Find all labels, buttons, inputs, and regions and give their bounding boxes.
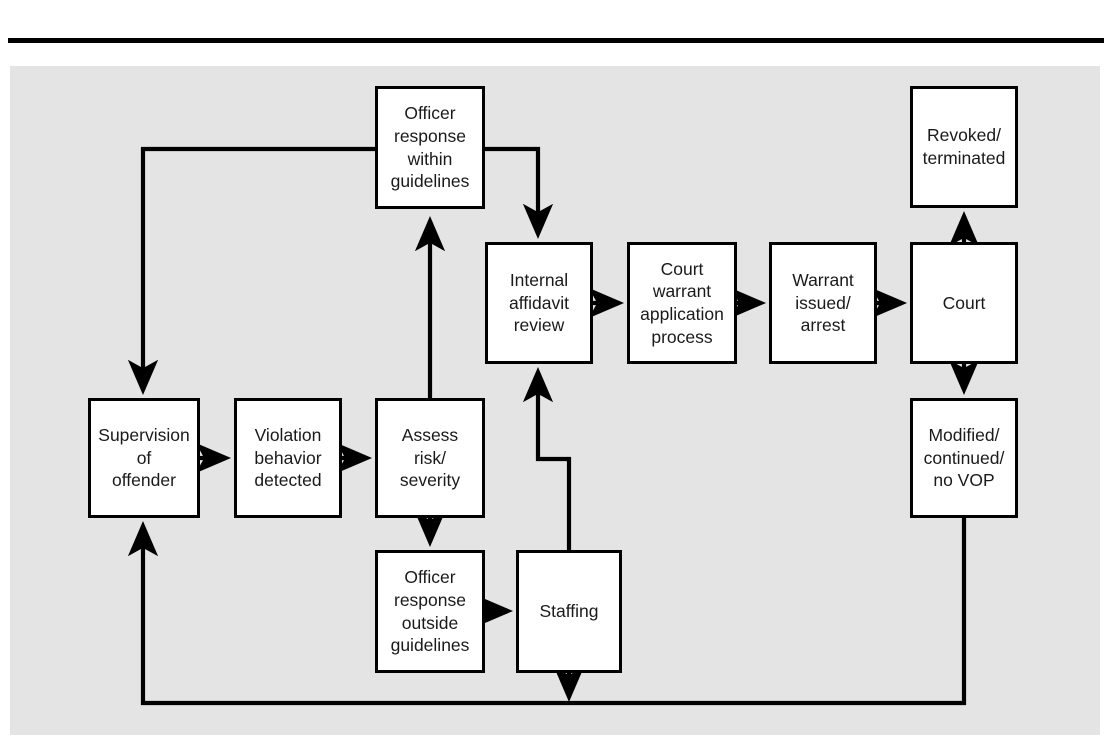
node-court-warrant-application-process[interactable]: Court warrant application process: [627, 242, 737, 364]
node-officer-response-within-guidelines[interactable]: Officer response within guidelines: [375, 86, 485, 209]
node-warrant-issued-arrest[interactable]: Warrant issued/ arrest: [769, 242, 877, 364]
node-revoked-terminated[interactable]: Revoked/ terminated: [910, 86, 1018, 208]
node-staffing[interactable]: Staffing: [516, 550, 622, 673]
node-supervision-of-offender[interactable]: Supervision of offender: [88, 398, 200, 518]
node-modified-continued-no-vop[interactable]: Modified/ continued/ no VOP: [910, 398, 1018, 518]
node-court[interactable]: Court: [910, 242, 1018, 364]
node-officer-response-outside-guidelines[interactable]: Officer response outside guidelines: [375, 550, 485, 673]
figure-canvas: Officer response within guidelines Revok…: [0, 0, 1104, 739]
node-assess-risk-severity[interactable]: Assess risk/ severity: [375, 398, 485, 518]
top-rule: [8, 38, 1104, 43]
node-internal-affidavit-review[interactable]: Internal affidavit review: [485, 242, 593, 364]
node-violation-behavior-detected[interactable]: Violation behavior detected: [234, 398, 342, 518]
